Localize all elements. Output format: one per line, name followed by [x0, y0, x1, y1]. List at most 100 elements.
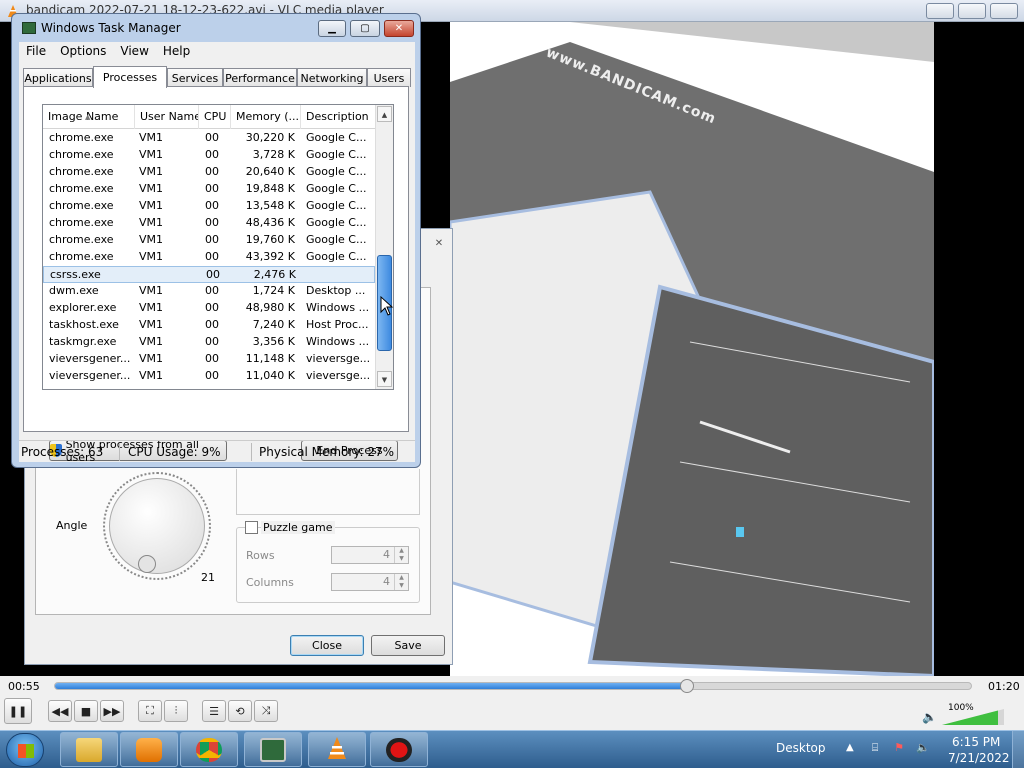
column-image-name[interactable]: ▲ Image Name	[43, 105, 135, 129]
playlist-button[interactable]: ☰	[202, 700, 226, 722]
start-button[interactable]	[6, 733, 44, 767]
cell-user: VM1	[139, 369, 164, 382]
table-row[interactable]: chrome.exe VM1 00 19,760 K Google C...	[43, 232, 375, 249]
angle-knob[interactable]	[103, 472, 211, 580]
clock-time[interactable]: 6:15 PM	[952, 735, 1000, 749]
table-row[interactable]: csrss.exe 00 2,476 K	[43, 266, 375, 283]
columns-spin-arrows-icon[interactable]: ▲ ▼	[394, 574, 408, 590]
loop-button[interactable]: ⟲	[228, 700, 252, 722]
time-elapsed: 00:55	[8, 680, 40, 693]
volume-tray-icon[interactable]: 🔈	[916, 741, 930, 755]
menu-help[interactable]: Help	[156, 42, 197, 60]
table-row[interactable]: dwm.exe VM1 00 1,724 K Desktop ...	[43, 283, 375, 300]
save-button[interactable]: Save	[371, 635, 445, 656]
vlc-minimize-button[interactable]	[926, 3, 954, 19]
cell-cpu: 00	[205, 318, 219, 331]
table-row[interactable]: chrome.exe VM1 00 19,848 K Google C...	[43, 181, 375, 198]
tm-close-button[interactable]: ✕	[384, 20, 414, 37]
tab-services[interactable]: Services	[167, 68, 223, 87]
taskbar-recorder[interactable]	[370, 732, 428, 767]
columns-stepper[interactable]: 4 ▲ ▼	[331, 573, 409, 591]
speaker-icon[interactable]: 🔈	[922, 710, 937, 724]
cell-name: chrome.exe	[49, 148, 114, 161]
cell-cpu: 00	[205, 165, 219, 178]
menu-view[interactable]: View	[113, 42, 155, 60]
rows-stepper[interactable]: 4 ▲ ▼	[331, 546, 409, 564]
taskbar-task-manager[interactable]	[244, 732, 302, 767]
extended-settings-button[interactable]: ⫶	[164, 700, 188, 722]
cell-desc: Google C...	[306, 250, 367, 263]
table-row[interactable]: chrome.exe VM1 00 43,392 K Google C...	[43, 249, 375, 266]
table-row[interactable]: taskmgr.exe VM1 00 3,356 K Windows ...	[43, 334, 375, 351]
taskbar: Desktop ▲ ⌸ ⚑ 🔈 6:15 PM 7/21/2022	[0, 730, 1024, 768]
column-memory[interactable]: Memory (...	[231, 105, 301, 129]
process-list[interactable]: ▲ Image Name User Name CPU Memory (... De…	[42, 104, 394, 390]
action-center-icon[interactable]: ⚑	[892, 741, 906, 755]
rows-spin-arrows-icon[interactable]: ▲ ▼	[394, 547, 408, 563]
table-row[interactable]: vieversgener... VM1 00 11,040 K vieversge...	[43, 368, 375, 385]
table-row[interactable]: taskhost.exe VM1 00 7,240 K Host Proc...	[43, 317, 375, 334]
fullscreen-button[interactable]: ⛶	[138, 700, 162, 722]
windows-logo-icon	[18, 744, 34, 758]
vlc-maximize-button[interactable]	[958, 3, 986, 19]
status-processes: Processes: 63	[21, 445, 104, 459]
cell-name: dwm.exe	[49, 284, 99, 297]
volume-slider[interactable]	[942, 709, 1004, 725]
previous-button[interactable]: ◀◀	[48, 700, 72, 722]
cell-mem: 11,040 K	[245, 369, 295, 382]
processes-panel: ▲ Image Name User Name CPU Memory (... De…	[23, 86, 409, 464]
shuffle-button[interactable]: ⤨	[254, 700, 278, 722]
scroll-down-icon[interactable]: ▼	[377, 371, 392, 387]
cell-desc: Windows ...	[306, 335, 370, 348]
mouse-cursor-icon	[380, 295, 394, 316]
taskbar-explorer[interactable]	[60, 732, 118, 767]
seek-handle[interactable]	[680, 679, 695, 693]
task-manager-titlebar[interactable]: Windows Task Manager ▁ ▢ ✕	[12, 14, 420, 42]
tab-applications[interactable]: Applications	[23, 68, 93, 87]
column-cpu[interactable]: CPU	[199, 105, 231, 129]
taskbar-vlc[interactable]	[308, 732, 366, 767]
desktop-toolbar-label[interactable]: Desktop	[776, 741, 826, 755]
table-row[interactable]: chrome.exe VM1 00 30,220 K Google C...	[43, 130, 375, 147]
cell-cpu: 00	[205, 233, 219, 246]
cell-mem: 48,436 K	[245, 216, 295, 229]
tm-minimize-button[interactable]: ▁	[318, 20, 346, 37]
vlc-close-button[interactable]	[990, 3, 1018, 19]
seek-bar[interactable]	[54, 679, 972, 693]
scroll-up-icon[interactable]: ▲	[377, 106, 392, 122]
status-separator	[251, 443, 252, 461]
table-row[interactable]: chrome.exe VM1 00 13,548 K Google C...	[43, 198, 375, 215]
close-button[interactable]: Close	[290, 635, 364, 656]
taskbar-media-player[interactable]	[120, 732, 178, 767]
tab-processes[interactable]: Processes	[93, 66, 167, 88]
tray-expand-icon[interactable]: ▲	[846, 742, 854, 753]
tab-performance[interactable]: Performance	[223, 68, 297, 87]
cell-cpu: 00	[205, 182, 219, 195]
menu-options[interactable]: Options	[53, 42, 113, 60]
table-row[interactable]: chrome.exe VM1 00 48,436 K Google C...	[43, 215, 375, 232]
list-scrollbar[interactable]: ▲ ▼	[375, 105, 393, 389]
tab-networking[interactable]: Networking	[297, 68, 367, 87]
column-user-name[interactable]: User Name	[135, 105, 199, 129]
menu-file[interactable]: File	[19, 42, 53, 60]
column-description[interactable]: Description	[301, 105, 375, 129]
stop-button[interactable]: ■	[74, 700, 98, 722]
cell-desc: Google C...	[306, 148, 367, 161]
taskbar-chrome[interactable]	[180, 732, 238, 767]
tab-users[interactable]: Users	[367, 68, 411, 87]
show-desktop-button[interactable]	[1012, 731, 1024, 768]
cell-user: VM1	[139, 216, 164, 229]
adjust-close-icon[interactable]: ✕	[432, 237, 446, 251]
pause-button[interactable]: ❚❚	[4, 698, 32, 724]
table-row[interactable]: vieversgener... VM1 00 11,148 K vieversge...	[43, 351, 375, 368]
close-icon: ✕	[394, 23, 404, 34]
next-button[interactable]: ▶▶	[100, 700, 124, 722]
puzzle-checkbox[interactable]	[245, 521, 258, 534]
table-row[interactable]: explorer.exe VM1 00 48,980 K Windows ...	[43, 300, 375, 317]
network-icon[interactable]: ⌸	[868, 741, 882, 755]
table-row[interactable]: chrome.exe VM1 00 20,640 K Google C...	[43, 164, 375, 181]
table-row[interactable]: chrome.exe VM1 00 3,728 K Google C...	[43, 147, 375, 164]
tm-maximize-button[interactable]: ▢	[350, 20, 380, 37]
task-manager-title: Windows Task Manager	[41, 21, 181, 35]
clock-date[interactable]: 7/21/2022	[948, 751, 1010, 765]
